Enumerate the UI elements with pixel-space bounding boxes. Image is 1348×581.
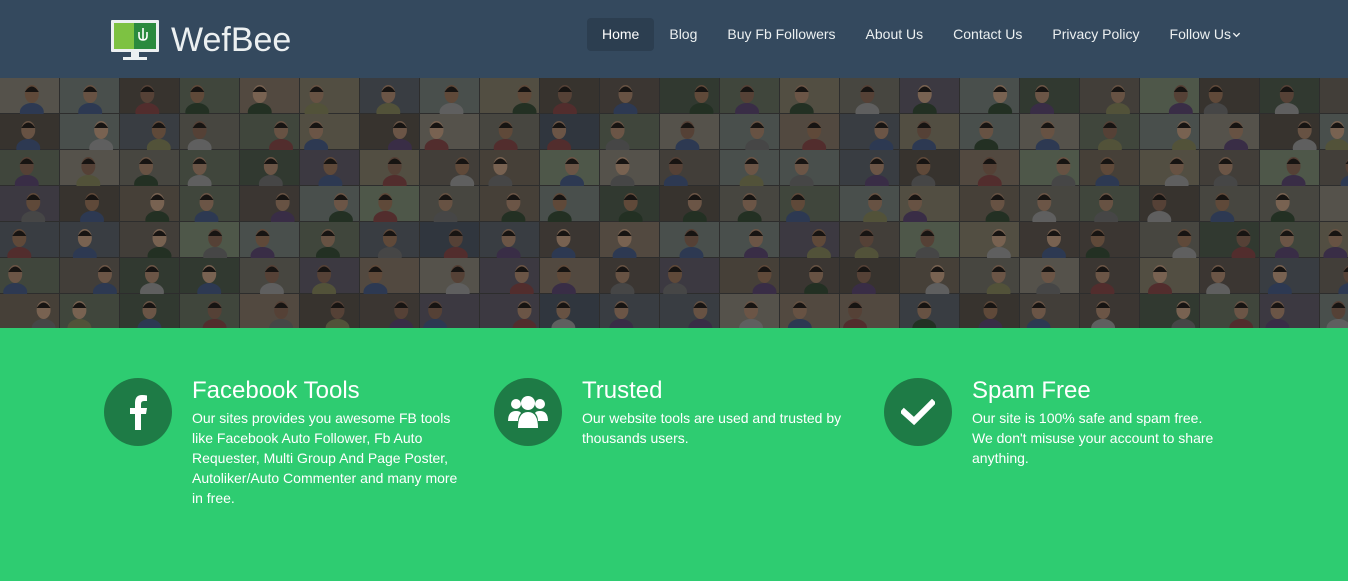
nav-about-us[interactable]: About Us <box>851 18 939 51</box>
feature-title: Trusted <box>582 377 663 404</box>
feature-text: Facebook Tools Our sites provides you aw… <box>192 378 464 508</box>
main-nav: Home Blog Buy Fb Followers About Us Cont… <box>587 18 1256 51</box>
feature-text: Trusted Our website tools are used and t… <box>582 378 850 448</box>
nav-blog[interactable]: Blog <box>654 18 712 51</box>
check-icon <box>901 399 935 425</box>
feature-icon-circle <box>104 378 172 446</box>
nav-privacy-policy[interactable]: Privacy Policy <box>1037 18 1154 51</box>
feature-description: Our site is 100% safe and spam free. We … <box>972 410 1214 466</box>
brand-link[interactable]: WefBee <box>110 18 291 62</box>
feature-icon-circle <box>884 378 952 446</box>
hero-photo-mosaic <box>0 78 1348 328</box>
chevron-down-icon <box>1232 32 1241 38</box>
navbar: WefBee Home Blog Buy Fb Followers About … <box>0 0 1348 78</box>
features-section: Facebook Tools Our sites provides you aw… <box>0 328 1348 581</box>
feature-description: Our sites provides you awesome FB tools … <box>192 410 458 506</box>
nav-buy-fb-followers[interactable]: Buy Fb Followers <box>712 18 850 51</box>
mosaic-dim-overlay <box>0 78 1348 328</box>
feature-description: Our website tools are used and trusted b… <box>582 410 842 446</box>
monitor-plug-icon <box>111 20 159 60</box>
nav-follow-us[interactable]: Follow Us <box>1155 18 1256 51</box>
feature-text: Spam Free Our site is 100% safe and spam… <box>972 378 1226 468</box>
feature-title: Facebook Tools <box>192 377 360 404</box>
users-icon <box>508 396 548 428</box>
facebook-icon <box>130 395 147 430</box>
brand-name: WefBee <box>171 21 292 59</box>
feature-title: Spam Free <box>972 377 1091 404</box>
nav-follow-us-label: Follow Us <box>1169 26 1231 42</box>
profile-photo-mosaic <box>0 78 1348 328</box>
nav-home[interactable]: Home <box>587 18 655 51</box>
nav-contact-us[interactable]: Contact Us <box>938 18 1037 51</box>
feature-icon-circle <box>494 378 562 446</box>
